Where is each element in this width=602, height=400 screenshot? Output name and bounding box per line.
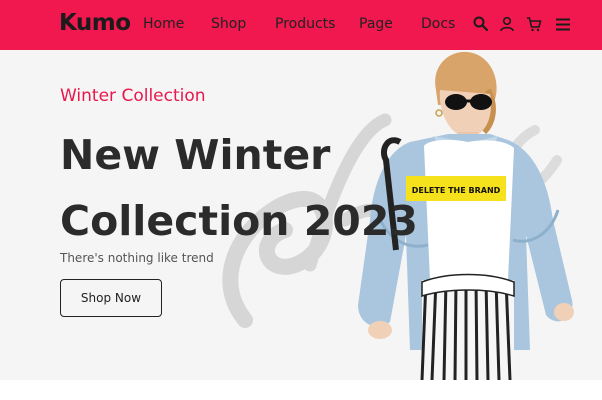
shop-now-button[interactable]: Shop Now bbox=[60, 279, 162, 317]
hero-banner: Winter Collection New Winter Collection … bbox=[0, 50, 602, 380]
hero-eyebrow: Winter Collection bbox=[60, 86, 206, 106]
page-bottom-band bbox=[0, 380, 602, 400]
cart-icon[interactable] bbox=[525, 15, 543, 33]
nav-item-shop[interactable]: Shop bbox=[211, 16, 246, 32]
user-icon[interactable] bbox=[498, 15, 516, 33]
nav-item-products[interactable]: Products bbox=[275, 16, 335, 32]
top-navbar: Kumo Home Shop Products Page Docs bbox=[0, 0, 602, 50]
hero-headline-line-1: New Winter bbox=[60, 131, 331, 179]
nav-item-page[interactable]: Page bbox=[359, 16, 393, 32]
striped-pants bbox=[420, 273, 515, 380]
tshirt-print-text: DELETE THE BRAND bbox=[412, 186, 501, 195]
hero-headline-line-2: Collection 2023 bbox=[60, 197, 418, 245]
nav-item-docs[interactable]: Docs bbox=[421, 16, 455, 32]
search-icon[interactable] bbox=[472, 15, 490, 33]
nav-item-home[interactable]: Home bbox=[143, 16, 184, 32]
hero-headline: New Winter Collection 2023 bbox=[60, 122, 418, 254]
menu-icon[interactable] bbox=[554, 15, 572, 33]
